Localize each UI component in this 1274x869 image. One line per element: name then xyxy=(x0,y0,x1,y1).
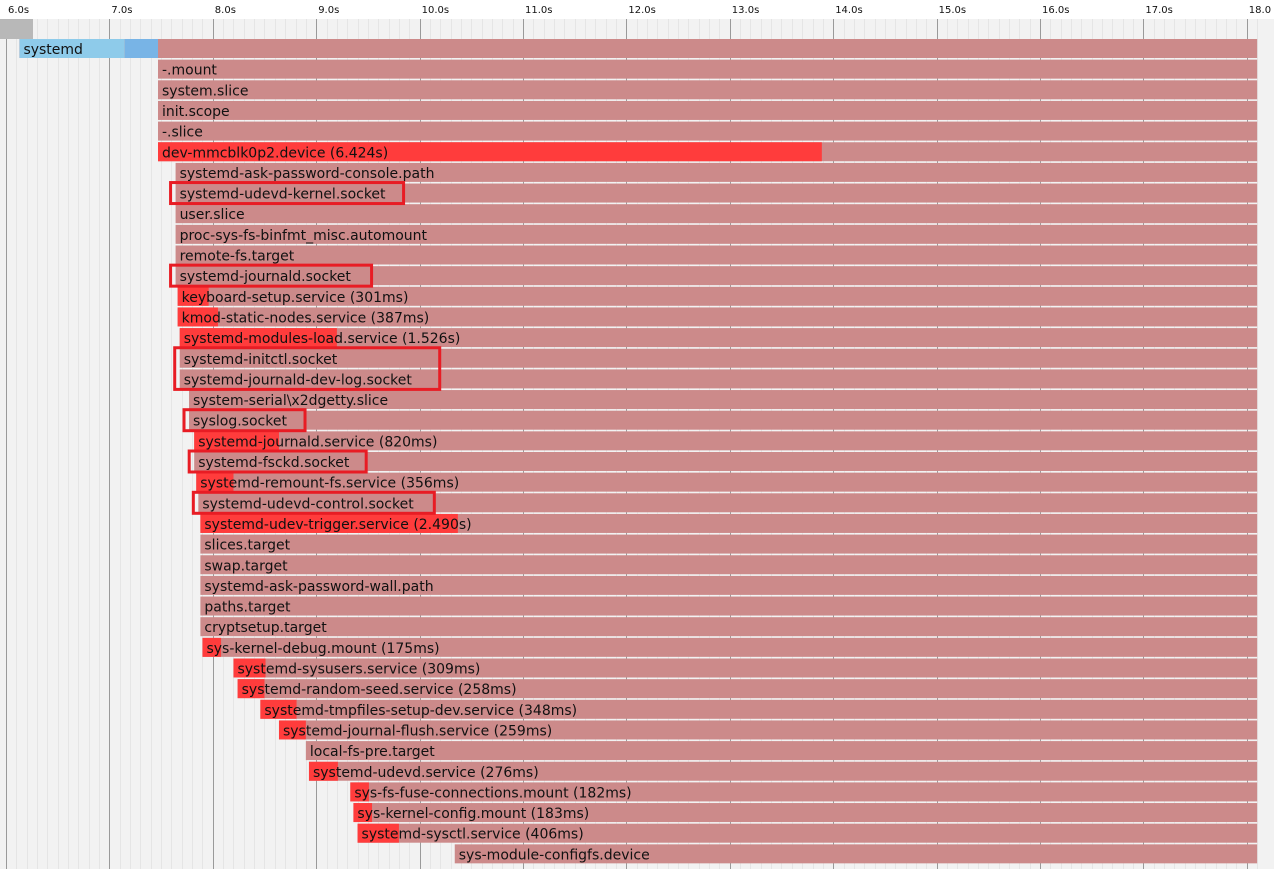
unit-label: user.slice xyxy=(180,207,245,223)
unit-label: sys-fs-fuse-connections.mount (182ms) xyxy=(354,785,631,801)
tick-label: 10.0s xyxy=(422,5,449,16)
unit-label: cryptsetup.target xyxy=(204,620,327,636)
unit-active-bar xyxy=(194,452,1258,471)
unit-label: system.slice xyxy=(162,83,248,99)
boot-chart: 6.0s 7.0s 8.0s 9.0s 10.0s 11.0s 12.0s 13.0s 14.0… xyxy=(0,0,1274,869)
unit-active-bar xyxy=(157,100,1258,120)
tick-label: 16.0s xyxy=(1042,5,1069,16)
header-corner-block xyxy=(0,19,33,39)
unit-label: keyboard-setup.service (301ms) xyxy=(182,290,409,306)
unit-label: slices.target xyxy=(204,538,290,554)
unit-active-bar xyxy=(189,410,1258,430)
unit-label: systemd-sysctl.service (406ms) xyxy=(362,827,584,843)
unit-label: systemd-ask-password-wall.path xyxy=(204,579,433,595)
unit-label: -.mount xyxy=(162,63,217,79)
unit-label: sys-kernel-debug.mount (175ms) xyxy=(206,641,439,657)
unit-segment-bar xyxy=(124,39,158,58)
unit-active-bar xyxy=(179,348,1258,368)
unit-label: systemd xyxy=(23,42,83,58)
unit-active-bar xyxy=(200,534,1258,554)
unit-label: sys-module-configfs.device xyxy=(459,847,650,863)
unit-label: local-fs-pre.target xyxy=(310,744,435,760)
unit-active-bar xyxy=(200,555,1258,575)
unit-active-bar xyxy=(157,59,1258,79)
unit-label: systemd-sysusers.service (309ms) xyxy=(237,662,480,678)
unit-label: systemd-udevd-kernel.socket xyxy=(180,187,386,203)
unit-label: systemd-journald.socket xyxy=(180,269,352,285)
unit-label: sys-kernel-config.mount (183ms) xyxy=(357,806,589,822)
tick-label: 14.0s xyxy=(835,5,862,16)
unit-label: systemd-journald.service (820ms) xyxy=(198,434,437,450)
unit-active-bar xyxy=(157,80,1258,100)
unit-label: systemd-udevd.service (276ms) xyxy=(313,765,539,781)
unit-label: systemd-ask-password-console.path xyxy=(180,166,435,182)
unit-active-bar xyxy=(305,741,1258,761)
unit-label: -.slice xyxy=(162,125,203,141)
tick-label: 15.0s xyxy=(939,5,966,16)
unit-active-bar xyxy=(200,596,1258,616)
unit-label: system-serial\x2dgetty.slice xyxy=(193,393,388,409)
tick-label: 8.0s xyxy=(215,5,236,16)
tick-label: 6.0s xyxy=(8,5,29,16)
unit-label: dev-mmcblk0p2.device (6.424s) xyxy=(162,145,388,161)
unit-label: init.scope xyxy=(162,104,230,120)
unit-active-bar xyxy=(19,39,1258,58)
unit-active-bar xyxy=(157,121,1258,141)
tick-label: 7.0s xyxy=(111,5,132,16)
unit-label: proc-sys-fs-binfmt_misc.automount xyxy=(180,228,428,244)
unit-active-bar xyxy=(200,617,1258,637)
tick-label: 13.0s xyxy=(732,5,759,16)
unit-label: systemd-remount-fs.service (356ms) xyxy=(200,476,459,492)
unit-label: systemd-journald-dev-log.socket xyxy=(184,372,413,388)
unit-active-bar xyxy=(175,204,1258,224)
unit-label: systemd-tmpfiles-setup-dev.service (348m… xyxy=(264,703,577,719)
tick-label: 11.0s xyxy=(525,5,552,16)
tick-label: 12.0s xyxy=(628,5,655,16)
tick-label: 9.0s xyxy=(318,5,339,16)
unit-label: paths.target xyxy=(204,600,291,616)
unit-label: remote-fs.target xyxy=(180,249,295,265)
unit-label: syslog.socket xyxy=(193,414,287,430)
unit-label: systemd-modules-load.service (1.526s) xyxy=(184,331,461,347)
unit-label: kmod-static-nodes.service (387ms) xyxy=(182,310,430,326)
tick-label: 18.0 xyxy=(1249,5,1271,16)
unit-label: swap.target xyxy=(204,558,288,574)
unit-active-bar xyxy=(175,245,1258,265)
unit-label: systemd-random-seed.service (258ms) xyxy=(242,682,517,698)
unit-label: systemd-journal-flush.service (259ms) xyxy=(283,723,552,739)
unit-label: systemd-udev-trigger.service (2.490s) xyxy=(204,517,471,533)
unit-label: systemd-initctl.socket xyxy=(184,352,338,368)
tick-label: 17.0s xyxy=(1145,5,1172,16)
unit-label: systemd-fsckd.socket xyxy=(198,455,350,471)
unit-label: systemd-udevd-control.socket xyxy=(202,496,414,512)
